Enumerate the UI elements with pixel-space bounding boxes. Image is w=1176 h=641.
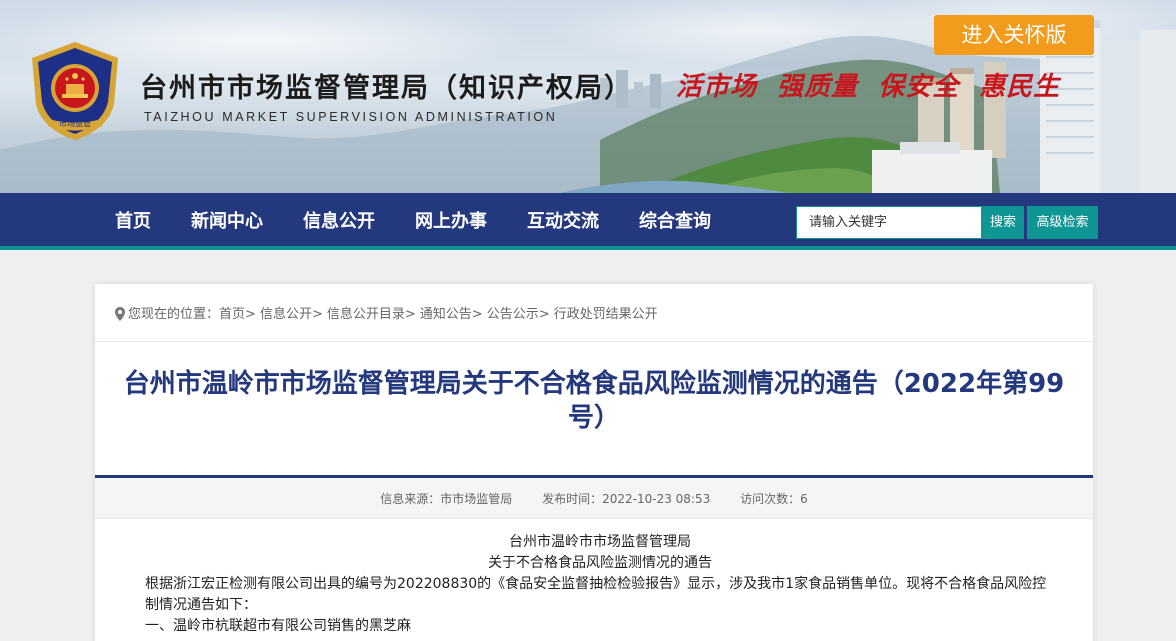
meta-views: 访问次数：6 bbox=[740, 492, 808, 506]
location-pin-icon bbox=[115, 307, 125, 321]
breadcrumb-info-disclosure[interactable]: 信息公开 bbox=[260, 307, 312, 322]
breadcrumb-separator: > bbox=[311, 307, 323, 322]
breadcrumb-announcements[interactable]: 公告公示 bbox=[487, 307, 539, 322]
search-input[interactable]: 请输入关键字 bbox=[796, 206, 982, 239]
header-banner: 市场监管 台州市市场监督管理局（知识产权局） TAIZHOU MARKET SU… bbox=[0, 0, 1176, 193]
breadcrumb-separator: > bbox=[538, 307, 550, 322]
breadcrumb-separator: > bbox=[471, 307, 483, 322]
meta-source: 信息来源：市市场监管局 bbox=[380, 492, 513, 506]
breadcrumb-prefix: 您现在的位置： bbox=[128, 307, 220, 322]
slogan: 活市场 强质量 保安全 惠民生 bbox=[676, 72, 1061, 102]
article-meta: 信息来源：市市场监管局 发布时间：2022-10-23 08:53 访问次数：6 bbox=[95, 478, 1093, 519]
care-mode-button[interactable]: 进入关怀版 bbox=[934, 15, 1094, 55]
body-doc-title: 关于不合格食品风险监测情况的通告 bbox=[488, 555, 712, 571]
nav-item-query[interactable]: 综合查询 bbox=[639, 193, 711, 250]
article-body: 台州市温岭市市场监督管理局 关于不合格食品风险监测情况的通告 根据浙江宏正检测有… bbox=[145, 532, 1055, 637]
breadcrumb-penalty-results[interactable]: 行政处罚结果公开 bbox=[554, 307, 658, 322]
meta-date: 发布时间：2022-10-23 08:53 bbox=[542, 492, 711, 506]
breadcrumb-separator: > bbox=[245, 307, 256, 322]
site-subtitle: TAIZHOU MARKET SUPERVISION ADMINISTRATIO… bbox=[144, 110, 558, 124]
body-org: 台州市温岭市市场监督管理局 bbox=[509, 534, 691, 550]
advanced-search-button[interactable]: 高级检索 bbox=[1027, 206, 1098, 239]
body-paragraph: 根据浙江宏正检测有限公司出具的编号为202208830的《食品安全监督抽检检验报… bbox=[145, 576, 1047, 613]
emblem-caption: 市场监管 bbox=[59, 118, 91, 128]
nav-item-home[interactable]: 首页 bbox=[115, 193, 151, 250]
site-title[interactable]: 台州市市场监督管理局（知识产权局） bbox=[140, 66, 633, 105]
breadcrumb: 您现在的位置：首页> 信息公开> 信息公开目录> 通知公告> 公告公示> 行政处罚结果公开 bbox=[95, 284, 1093, 342]
nav-item-info-disclosure[interactable]: 信息公开 bbox=[303, 193, 375, 250]
breadcrumb-home[interactable]: 首页 bbox=[219, 307, 245, 322]
nav-item-interaction[interactable]: 互动交流 bbox=[527, 193, 599, 250]
nav-item-online-service[interactable]: 网上办事 bbox=[415, 193, 487, 250]
nav-item-news[interactable]: 新闻中心 bbox=[191, 193, 263, 250]
body-item: 一、温岭市杭联超市有限公司销售的黑芝麻 bbox=[145, 618, 411, 634]
emblem-logo: 市场监管 bbox=[32, 42, 118, 140]
breadcrumb-info-catalog[interactable]: 信息公开目录 bbox=[327, 307, 405, 322]
breadcrumb-separator: > bbox=[404, 307, 416, 322]
article-card: 您现在的位置：首页> 信息公开> 信息公开目录> 通知公告> 公告公示> 行政处罚结果公开… bbox=[95, 284, 1093, 641]
article-title: 台州市温岭市市场监督管理局关于不合格食品风险监测情况的通告（2022年第99号） bbox=[123, 369, 1065, 433]
search-button[interactable]: 搜索 bbox=[982, 206, 1024, 239]
breadcrumb-notices[interactable]: 通知公告 bbox=[420, 307, 472, 322]
